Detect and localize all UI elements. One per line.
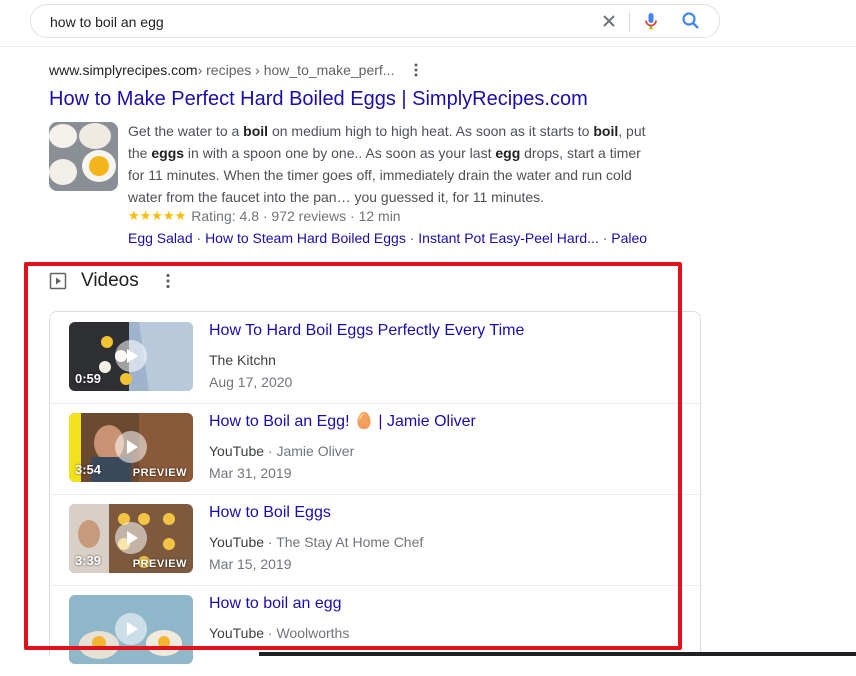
microphone-icon[interactable] — [639, 9, 663, 33]
result-title-link[interactable]: How to Make Perfect Hard Boiled Eggs | S… — [49, 86, 689, 112]
video-list: 0:59 How To Hard Boil Eggs Perfectly Eve… — [49, 311, 701, 664]
search-box[interactable]: how to boil an egg — [30, 4, 720, 38]
video-duration: 3:54 — [75, 462, 102, 477]
video-source: YouTube · The Stay At Home Chef — [209, 534, 424, 550]
result-body: Get the water to a boil on medium high t… — [49, 120, 689, 246]
video-date: Mar 31, 2019 — [209, 465, 292, 481]
video-thumbnail[interactable] — [69, 595, 193, 664]
video-duration: 0:59 — [75, 371, 102, 386]
cite-path: › recipes › how_to_make_perf... — [197, 62, 395, 78]
video-source: The Kitchn — [209, 352, 276, 368]
video-item[interactable]: 3:39 PREVIEW How to Boil Eggs YouTube · … — [50, 494, 700, 586]
sitelink-steam-eggs[interactable]: How to Steam Hard Boiled Eggs — [205, 230, 406, 246]
search-header: how to boil an egg — [0, 0, 856, 47]
video-title-link[interactable]: How to Boil Eggs — [209, 502, 331, 524]
video-title-link[interactable]: How to Boil an Egg! 🥚 | Jamie Oliver — [209, 411, 476, 433]
sitelinks: Egg Salad · How to Steam Hard Boiled Egg… — [128, 230, 648, 246]
video-thumbnail[interactable]: 3:39 PREVIEW — [69, 504, 193, 573]
video-source: YouTube · Jamie Oliver — [209, 443, 355, 459]
result-cite[interactable]: www.simplyrecipes.com › recipes › how_to… — [49, 58, 689, 82]
more-options-icon[interactable] — [159, 272, 177, 290]
rating-text: Rating: 4.8 · 972 reviews · 12 min — [191, 208, 401, 224]
video-title-link[interactable]: How To Hard Boil Eggs Perfectly Every Ti… — [209, 320, 524, 342]
video-source: YouTube · Woolworths — [209, 625, 350, 641]
sitelink-egg-salad[interactable]: Egg Salad — [128, 230, 193, 246]
play-icon — [115, 613, 147, 645]
result-snippet: Get the water to a boil on medium high t… — [128, 123, 646, 205]
play-icon — [115, 431, 147, 463]
star-rating-icon: ★★★★★ — [128, 208, 187, 223]
search-icon[interactable] — [679, 9, 703, 33]
taskbar-strip — [259, 652, 856, 656]
preview-badge: PREVIEW — [132, 558, 187, 570]
search-input[interactable]: how to boil an egg — [50, 14, 164, 30]
video-thumbnail[interactable]: 3:54 PREVIEW — [69, 413, 193, 482]
clear-icon[interactable] — [597, 9, 621, 33]
video-item[interactable]: 0:59 How To Hard Boil Eggs Perfectly Eve… — [50, 312, 700, 404]
videos-heading: Videos — [81, 270, 139, 291]
more-options-icon[interactable] — [408, 62, 424, 78]
preview-badge: PREVIEW — [132, 467, 187, 479]
video-play-icon — [49, 272, 67, 290]
video-duration: 3:39 — [75, 553, 102, 568]
rating-row: ★★★★★ Rating: 4.8 · 972 reviews · 12 min — [128, 208, 401, 224]
sitelink-instant-pot[interactable]: Instant Pot Easy-Peel Hard... — [418, 230, 599, 246]
search-result: www.simplyrecipes.com › recipes › how_to… — [49, 58, 689, 246]
video-item[interactable]: How to boil an egg YouTube · Woolworths — [50, 585, 700, 676]
videos-header: Videos — [49, 270, 177, 292]
video-item[interactable]: 3:54 PREVIEW How to Boil an Egg! 🥚 | Jam… — [50, 403, 700, 495]
sitelink-paleo[interactable]: Paleo — [611, 230, 647, 246]
result-thumbnail[interactable] — [49, 122, 118, 191]
video-date: Mar 15, 2019 — [209, 556, 292, 572]
play-icon — [115, 340, 147, 372]
play-icon — [115, 522, 147, 554]
search-divider — [629, 12, 630, 32]
video-title-link[interactable]: How to boil an egg — [209, 593, 342, 615]
cite-domain: www.simplyrecipes.com — [49, 62, 198, 78]
video-thumbnail[interactable]: 0:59 — [69, 322, 193, 391]
video-date: Aug 17, 2020 — [209, 374, 293, 390]
